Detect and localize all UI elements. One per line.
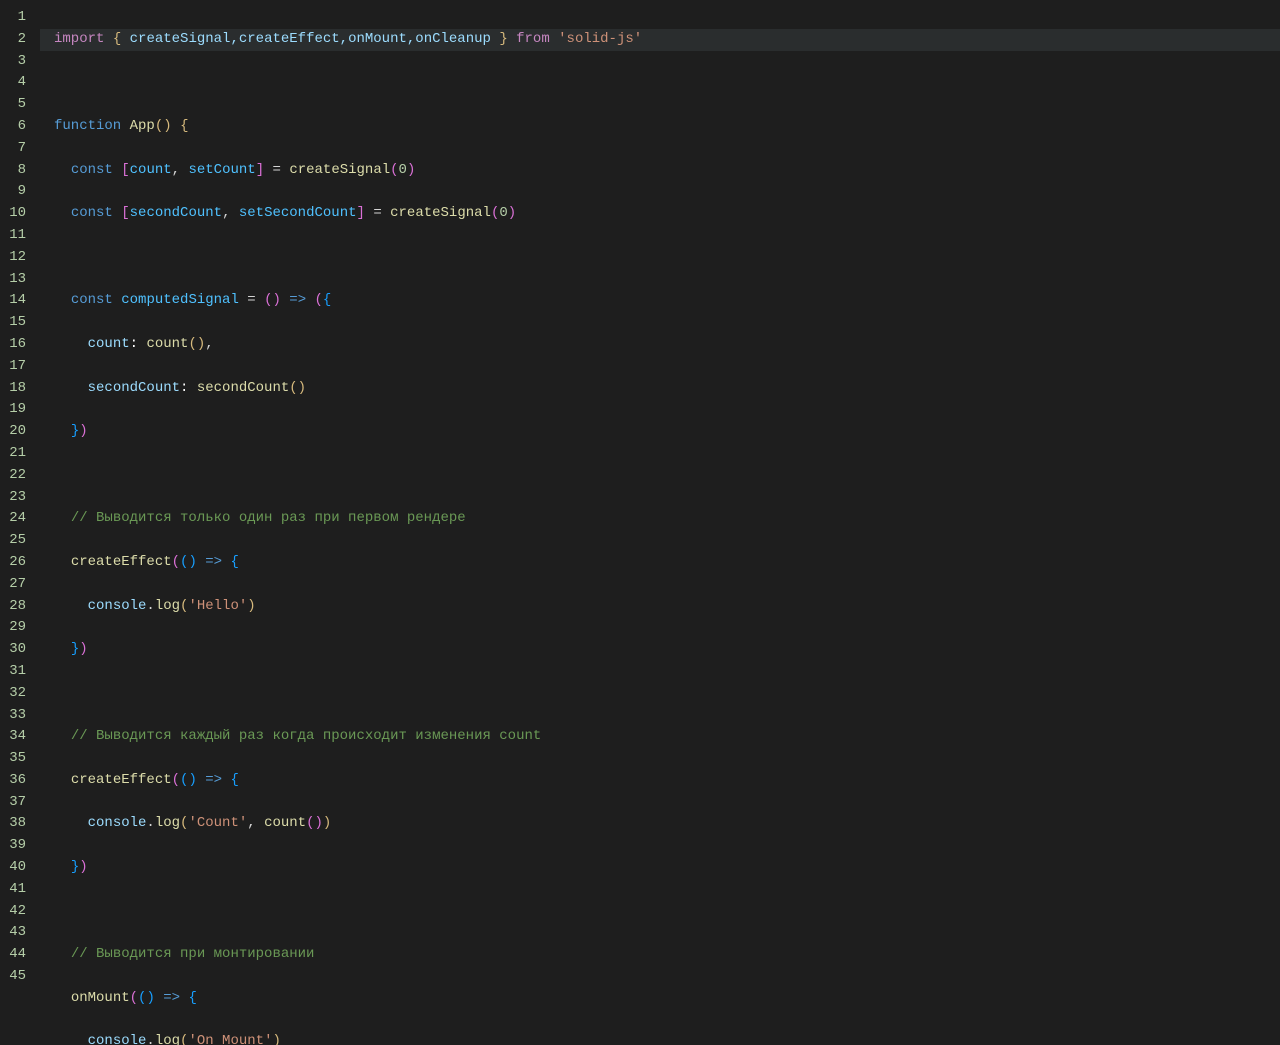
line-number: 33 [0,705,26,727]
line-number: 18 [0,378,26,400]
code-line[interactable] [54,683,1280,705]
line-number: 39 [0,835,26,857]
line-number: 19 [0,399,26,421]
line-number-gutter: 1234567891011121314151617181920212223242… [0,0,40,1045]
code-line[interactable]: // Выводится каждый раз когда происходит… [54,726,1280,748]
line-number: 36 [0,770,26,792]
line-number: 4 [0,72,26,94]
code-editor[interactable]: import { createSignal,createEffect,onMou… [40,0,1280,1045]
line-number: 1 [0,7,26,29]
line-number: 30 [0,639,26,661]
line-number: 28 [0,596,26,618]
line-number: 13 [0,269,26,291]
line-number: 3 [0,51,26,73]
line-number: 22 [0,465,26,487]
code-line[interactable]: // Выводится только один раз при первом … [54,508,1280,530]
line-number: 9 [0,181,26,203]
line-number: 15 [0,312,26,334]
line-number: 27 [0,574,26,596]
line-number: 42 [0,901,26,923]
code-line[interactable]: count: count(), [54,334,1280,356]
line-number: 35 [0,748,26,770]
line-number: 45 [0,966,26,988]
line-number: 7 [0,138,26,160]
line-number: 14 [0,290,26,312]
code-line[interactable]: }) [54,639,1280,661]
line-number: 5 [0,94,26,116]
code-line[interactable] [54,72,1280,94]
code-line[interactable]: createEffect(() => { [54,770,1280,792]
code-line[interactable]: import { createSignal,createEffect,onMou… [54,29,1280,51]
line-number: 43 [0,922,26,944]
code-line[interactable]: secondCount: secondCount() [54,378,1280,400]
line-number: 20 [0,421,26,443]
line-number: 44 [0,944,26,966]
code-line[interactable]: console.log('Count', count()) [54,813,1280,835]
code-line[interactable]: console.log('On Mount') [54,1031,1280,1045]
line-number: 31 [0,661,26,683]
code-line[interactable] [54,247,1280,269]
line-number: 32 [0,683,26,705]
line-number: 10 [0,203,26,225]
line-number: 6 [0,116,26,138]
code-line[interactable]: const computedSignal = () => ({ [54,290,1280,312]
line-number: 25 [0,530,26,552]
line-number: 38 [0,813,26,835]
code-line[interactable]: const [count, setCount] = createSignal(0… [54,160,1280,182]
line-number: 16 [0,334,26,356]
line-number: 40 [0,857,26,879]
code-line[interactable]: createEffect(() => { [54,552,1280,574]
line-number: 34 [0,726,26,748]
code-line[interactable]: function App() { [54,116,1280,138]
line-number: 12 [0,247,26,269]
code-line[interactable]: const [secondCount, setSecondCount] = cr… [54,203,1280,225]
line-number: 17 [0,356,26,378]
code-line[interactable] [54,465,1280,487]
code-line[interactable]: onMount(() => { [54,988,1280,1010]
line-number: 23 [0,487,26,509]
code-line[interactable]: }) [54,857,1280,879]
line-number: 26 [0,552,26,574]
line-number: 2 [0,29,26,51]
line-number: 21 [0,443,26,465]
line-number: 37 [0,792,26,814]
code-line[interactable]: }) [54,421,1280,443]
line-number: 29 [0,617,26,639]
line-number: 24 [0,508,26,530]
code-line[interactable]: console.log('Hello') [54,596,1280,618]
code-line[interactable]: // Выводится при монтировании [54,944,1280,966]
code-line[interactable] [54,901,1280,923]
line-number: 8 [0,160,26,182]
line-number: 11 [0,225,26,247]
line-number: 41 [0,879,26,901]
